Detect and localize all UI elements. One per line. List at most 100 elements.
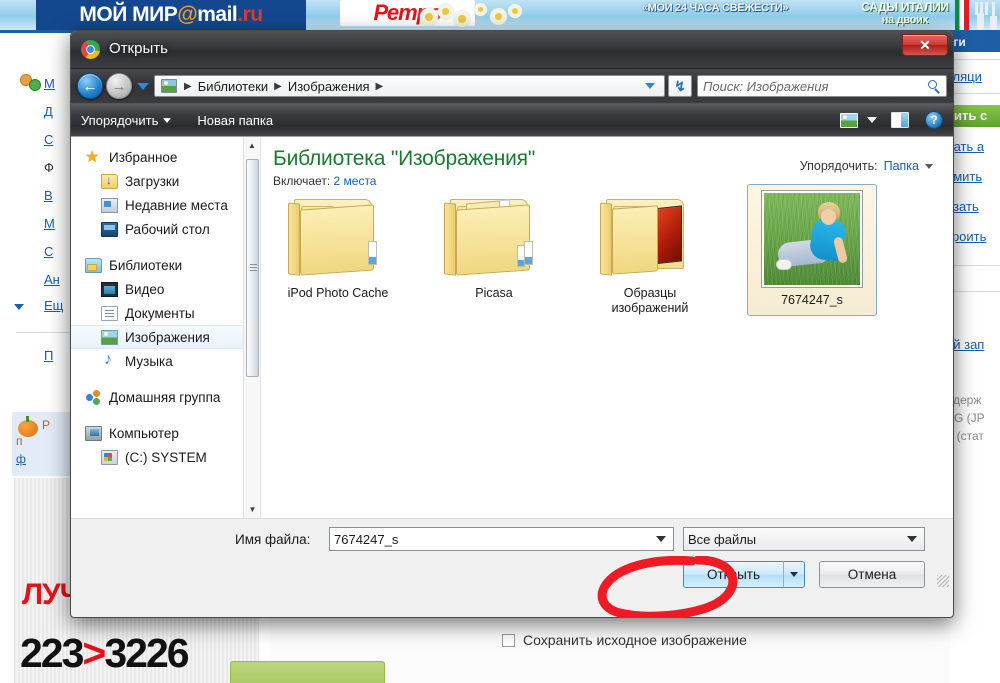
left-link-9[interactable]: П: [44, 348, 53, 363]
dialog-title: Открыть: [109, 40, 168, 57]
nav-item-system-drive[interactable]: (C:) SYSTEM: [71, 445, 260, 469]
italy-line-2: на двоих: [881, 14, 929, 26]
left-link-8[interactable]: Ещ: [44, 298, 63, 313]
back-arrow-icon: ←: [82, 77, 98, 95]
breadcrumb-separator-1[interactable]: ▶: [270, 81, 286, 92]
file-item-label: iPod Photo Cache: [287, 286, 389, 300]
breadcrumb-separator-2[interactable]: ▶: [372, 81, 388, 92]
nav-group-favorites[interactable]: ★ Избранное: [71, 145, 260, 169]
promo-line-2: п: [16, 434, 23, 448]
file-item-label: Образцы изображений: [612, 286, 689, 316]
close-button[interactable]: ✕: [902, 34, 948, 56]
scroll-up-icon[interactable]: ▲: [244, 137, 260, 154]
new-folder-button[interactable]: Новая папка: [197, 113, 273, 128]
left-link-3[interactable]: Ф: [44, 160, 54, 175]
forward-arrow-icon: →: [111, 77, 127, 95]
search-box[interactable]: Поиск: Изображения: [697, 75, 947, 97]
file-item-sample-pictures[interactable]: Образцы изображений: [591, 189, 709, 316]
nav-item-documents[interactable]: Документы: [71, 301, 260, 325]
filename-input[interactable]: 7674247_s: [329, 527, 674, 551]
scrollbar-thumb[interactable]: [246, 159, 259, 377]
nav-group-favorites-label: Избранное: [109, 149, 178, 165]
navpane-scrollbar[interactable]: ▲ ▼: [243, 137, 260, 518]
refresh-button[interactable]: ↯: [668, 75, 692, 97]
change-view-icon[interactable]: [840, 112, 858, 128]
logo-text: МОЙ МИР: [79, 3, 178, 26]
open-button[interactable]: Открыть: [683, 561, 783, 588]
scroll-down-icon[interactable]: ▼: [244, 501, 260, 518]
ad-banner[interactable]: МОЙ МИР @ mail .ru Ретро «МОИ 24 ЧАСА СВ…: [0, 0, 1000, 30]
image-thumbnail: [761, 190, 863, 288]
breadcrumb-1[interactable]: Изображения: [286, 79, 372, 94]
address-breadcrumb-bar[interactable]: ▶ Библиотеки ▶ Изображения ▶: [154, 75, 665, 97]
promo-block[interactable]: Р п ф: [12, 412, 78, 476]
nav-item-music-label: Музыка: [125, 353, 173, 369]
filename-value: 7674247_s: [334, 531, 399, 547]
nav-item-downloads[interactable]: Загрузки: [71, 169, 260, 193]
upload-submit-button[interactable]: [230, 661, 385, 683]
keep-original-checkbox[interactable]: [502, 633, 515, 647]
banner-slogan: «МОИ 24 ЧАСА СВЕЖЕСТИ»: [641, 2, 789, 14]
history-dropdown-icon[interactable]: [137, 82, 149, 90]
expand-caret-icon[interactable]: [14, 304, 24, 310]
file-item-label-line1: Образцы: [623, 286, 677, 300]
resize-grip[interactable]: [937, 575, 949, 587]
filetype-select[interactable]: Все файлы: [683, 527, 925, 551]
open-split-button[interactable]: [783, 561, 805, 588]
cancel-button[interactable]: Отмена: [819, 561, 925, 588]
address-dropdown-icon[interactable]: [645, 83, 655, 89]
search-input[interactable]: Поиск: Изображения: [703, 79, 928, 94]
preview-pane-icon[interactable]: [891, 112, 909, 128]
nav-group-computer[interactable]: Компьютер: [71, 421, 260, 445]
file-item-7674247-s[interactable]: 7674247_s: [747, 184, 877, 316]
nav-item-video[interactable]: Видео: [71, 277, 260, 301]
breadcrumb-0[interactable]: Библиотеки: [196, 79, 270, 94]
promo-line-3[interactable]: ф: [16, 452, 26, 466]
organize-button[interactable]: Упорядочить: [81, 112, 172, 128]
logo-at-icon: @: [177, 3, 198, 26]
nav-group-computer-label: Компьютер: [109, 425, 179, 441]
left-link-2[interactable]: С: [44, 132, 53, 147]
italy-flag-icon: [955, 0, 969, 30]
dialog-titlebar[interactable]: Открыть ✕: [71, 31, 953, 69]
breadcrumb-separator-0[interactable]: ▶: [180, 81, 196, 92]
cutlery-icon: [972, 0, 1000, 30]
nav-group-homegroup[interactable]: Домашняя группа: [71, 385, 260, 409]
left-link-6[interactable]: С: [44, 244, 53, 259]
screen: МОЙ МИР @ mail .ru Ретро «МОИ 24 ЧАСА СВ…: [0, 0, 1000, 683]
view-dropdown-icon[interactable]: [867, 117, 877, 123]
left-link-1[interactable]: Д: [44, 104, 53, 119]
organize-label: Упорядочить: [81, 112, 159, 128]
nav-item-recent-places[interactable]: Недавние места: [71, 193, 260, 217]
left-link-0[interactable]: М: [44, 76, 55, 91]
navigation-pane: ★ Избранное Загрузки Недавние места Рабо…: [71, 137, 261, 518]
library-includes-value[interactable]: 2 места: [334, 174, 377, 188]
left-link-7[interactable]: Ан: [44, 272, 60, 287]
left-link-5[interactable]: М: [44, 216, 55, 231]
nav-item-desktop[interactable]: Рабочий стол: [71, 217, 260, 241]
forward-button[interactable]: →: [106, 73, 132, 99]
arrange-by-control[interactable]: Упорядочить: Папка: [800, 159, 933, 173]
dialog-form-bar: Имя файла: 7674247_s Все файлы Открыть О…: [71, 518, 953, 590]
keep-original-checkbox-row[interactable]: Сохранить исходное изображение: [502, 632, 747, 648]
music-icon: [101, 351, 118, 369]
arrange-value[interactable]: Папка: [884, 159, 919, 173]
nav-item-documents-label: Документы: [125, 305, 195, 321]
help-icon[interactable]: ?: [925, 111, 943, 129]
nav-group-libraries[interactable]: Библиотеки: [71, 253, 260, 277]
mailru-logo[interactable]: МОЙ МИР @ mail .ru: [36, 0, 306, 30]
file-item-picasa[interactable]: Picasa: [435, 189, 553, 316]
file-item-ipod-photo-cache[interactable]: iPod Photo Cache: [279, 189, 397, 316]
left-divider: [16, 332, 76, 333]
filename-dropdown-icon[interactable]: [656, 536, 666, 542]
nav-item-pictures[interactable]: Изображения: [71, 325, 260, 349]
left-link-4[interactable]: В: [44, 188, 53, 203]
nav-item-system-drive-label: (C:) SYSTEM: [125, 449, 207, 465]
library-includes: Включает: 2 места: [273, 174, 953, 188]
bottom-ad-phone: 223>3226: [20, 630, 190, 677]
file-item-label-line2: изображений: [611, 301, 689, 315]
italy-line-1: САДЫ ИТАЛИИ: [861, 0, 949, 14]
back-button[interactable]: ←: [77, 73, 103, 99]
nav-item-music[interactable]: Музыка: [71, 349, 260, 373]
filetype-dropdown-icon[interactable]: [907, 536, 917, 542]
